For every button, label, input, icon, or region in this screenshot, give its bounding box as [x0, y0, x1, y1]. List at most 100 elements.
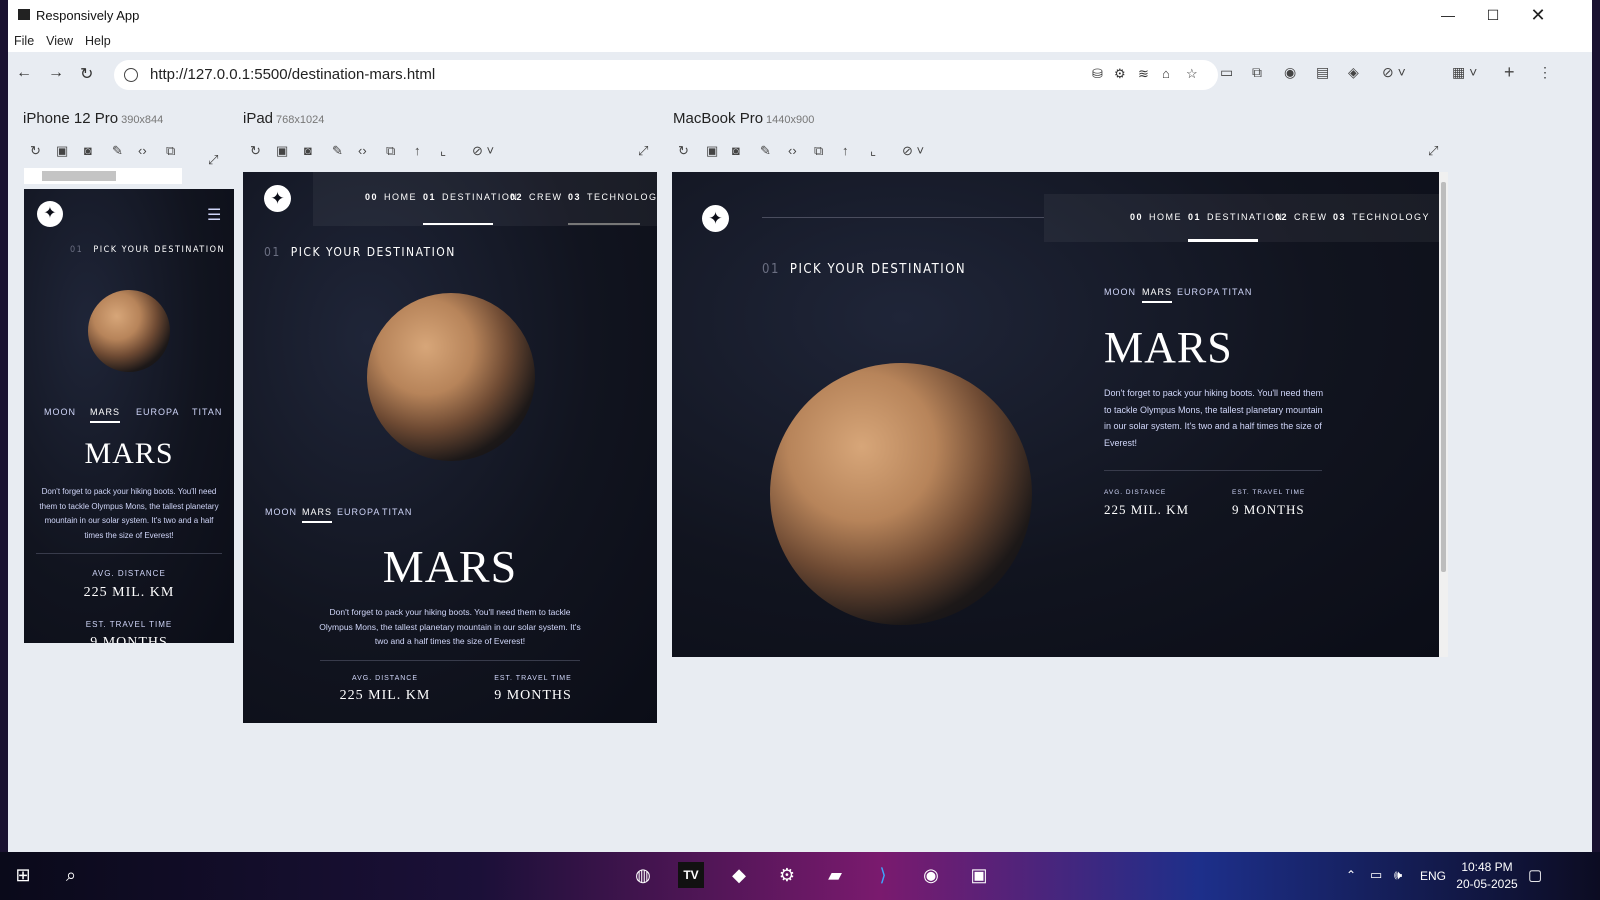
pdf-icon[interactable]: ▤	[1316, 64, 1329, 81]
macbook-inspect-icon[interactable]: ✎	[760, 143, 771, 159]
tab-moon[interactable]: MOON	[44, 407, 76, 417]
planet-description: Don't forget to pack your hiking boots. …	[1104, 388, 1324, 448]
ipad-hide-icon[interactable]: ⊘ ˅	[472, 143, 494, 159]
clock-time[interactable]: 10:48 PM	[1456, 860, 1518, 874]
reload-icon[interactable]: ↻	[80, 64, 93, 84]
vscode-icon[interactable]: ⟩	[870, 862, 896, 888]
tab-titan[interactable]: TITAN	[1222, 287, 1252, 297]
ipad-inspect-icon[interactable]: ✎	[332, 143, 343, 159]
ipad-devtools-icon[interactable]: ‹›	[358, 143, 367, 158]
settings-gear-icon[interactable]: ⚙	[774, 862, 800, 888]
tab-europa[interactable]: EUROPA	[1177, 287, 1220, 297]
layout-icon[interactable]: ▦ ˅	[1452, 64, 1477, 81]
layers-icon[interactable]: ◈	[1348, 64, 1359, 81]
minimize-button[interactable]: —	[1425, 0, 1471, 30]
tab-mars[interactable]: MARS	[1142, 287, 1173, 303]
finance-app-icon[interactable]: ◆	[726, 862, 752, 888]
macbook-scroll-top-icon[interactable]: ↑	[842, 143, 849, 158]
macbook-screenshot-icon[interactable]: ▣	[706, 143, 718, 159]
volume-icon[interactable]: 🕪	[1394, 867, 1402, 883]
tab-moon[interactable]: MOON	[265, 507, 297, 517]
macbook-fullscreen-icon[interactable]: ⤢	[1428, 143, 1438, 159]
add-device-icon[interactable]: +	[1504, 62, 1515, 83]
macbook-reload-icon[interactable]: ↻	[678, 143, 689, 159]
iphone-screenshot-icon[interactable]: ▣	[56, 143, 68, 159]
nav-home[interactable]: 00 HOME	[1130, 212, 1182, 222]
start-icon[interactable]: ⊞	[10, 862, 36, 888]
ipad-ruler-icon[interactable]: ⌞	[440, 143, 446, 159]
macbook-camera-icon[interactable]: ◙	[732, 143, 740, 158]
macbook-scrollbar[interactable]	[1439, 172, 1448, 657]
ipad-fullscreen-icon[interactable]: ⤢	[638, 143, 648, 159]
iphone-inspect-icon[interactable]: ✎	[112, 143, 123, 159]
more-menu-icon[interactable]: ⋮	[1538, 64, 1552, 81]
iphone-camera-icon[interactable]: ◙	[84, 143, 92, 158]
site-logo-icon[interactable]	[702, 205, 729, 232]
iphone-fullscreen-icon[interactable]: ⤢	[208, 152, 218, 168]
macbook-devtools-icon[interactable]: ‹›	[788, 143, 797, 158]
hamburger-menu-icon[interactable]: ☰	[207, 205, 221, 225]
close-button[interactable]: ✕	[1515, 0, 1561, 30]
nav-technology[interactable]: 03TECHNOLOGY	[568, 192, 657, 202]
responsively-icon[interactable]: ▣	[966, 862, 992, 888]
tab-mars[interactable]: MARS	[90, 407, 121, 423]
address-bar[interactable]: http://127.0.0.1:5500/destination-mars.h…	[114, 60, 1218, 90]
network-icon[interactable]: ≋	[1138, 66, 1149, 82]
menu-help[interactable]: Help	[79, 30, 117, 52]
ipad-rotate-icon[interactable]: ⧉	[386, 143, 395, 159]
network-tray-icon[interactable]: ▭	[1370, 867, 1382, 883]
ipad-screenshot-icon[interactable]: ▣	[276, 143, 288, 159]
site-logo-icon[interactable]	[264, 185, 291, 212]
search-icon[interactable]: ⌕	[58, 862, 84, 888]
nav-home[interactable]: 00 HOME	[365, 192, 417, 202]
ipad-camera-icon[interactable]: ◙	[304, 143, 312, 158]
tab-europa[interactable]: EUROPA	[337, 507, 380, 517]
nav-destination[interactable]: 01 DESTINATION	[423, 192, 518, 202]
inspect-icon[interactable]: ⧉	[1252, 64, 1262, 81]
tab-mars[interactable]: MARS	[302, 507, 333, 523]
macbook-rotate-icon[interactable]: ⧉	[814, 143, 823, 159]
iphone-rotate-icon[interactable]: ⧉	[166, 143, 175, 159]
iphone-scrollbar[interactable]	[24, 168, 182, 184]
menu-view[interactable]: View	[40, 30, 79, 52]
screenshot-icon[interactable]: ◉	[1284, 64, 1296, 81]
hide-icon[interactable]: ⊘ ˅	[1382, 64, 1406, 81]
cookie-icon[interactable]: ⚙	[1114, 66, 1126, 82]
clear-cache-icon[interactable]: ⛁	[1092, 66, 1103, 82]
tradingview-icon[interactable]: TV	[678, 862, 704, 888]
scrollbar-thumb[interactable]	[42, 171, 116, 181]
macbook-hide-icon[interactable]: ⊘ ˅	[902, 143, 924, 159]
nav-technology[interactable]: 03TECHNOLOGY	[1333, 212, 1430, 222]
bookmark-star-icon[interactable]: ☆	[1186, 66, 1198, 82]
file-icon[interactable]: ▰	[822, 862, 848, 888]
tab-europa[interactable]: EUROPA	[136, 407, 179, 417]
edge-icon[interactable]: ◍	[630, 862, 656, 888]
tab-titan[interactable]: TITAN	[382, 507, 412, 517]
home-icon[interactable]: ⌂	[1162, 66, 1170, 81]
language-indicator[interactable]: ENG	[1420, 869, 1446, 883]
destination-tabs: MOON MARS EUROPA TITAN	[243, 507, 657, 523]
tab-titan[interactable]: TITAN	[192, 407, 222, 417]
forward-icon[interactable]: →	[48, 64, 64, 82]
clock-date[interactable]: 20-05-2025	[1456, 877, 1518, 891]
ipad-scroll-top-icon[interactable]: ↑	[414, 143, 421, 158]
nav-crew[interactable]: 02 CREW	[1275, 212, 1328, 222]
nav-crew[interactable]: 02 CREW	[510, 192, 563, 202]
tray-chevron-icon[interactable]: ⌃	[1346, 868, 1356, 882]
title-bar: Responsively App — ☐ ✕	[8, 0, 1592, 30]
menu-file[interactable]: File	[8, 30, 40, 52]
rotate-icon[interactable]: ▭	[1220, 64, 1233, 81]
site-logo-icon[interactable]	[37, 201, 63, 227]
ipad-reload-icon[interactable]: ↻	[250, 143, 261, 159]
macbook-ruler-icon[interactable]: ⌞	[870, 143, 876, 159]
back-icon[interactable]: ←	[16, 64, 32, 82]
maximize-button[interactable]: ☐	[1470, 0, 1516, 30]
distance-value: 225 MIL. KM	[83, 585, 175, 600]
chrome-icon[interactable]: ◉	[918, 862, 944, 888]
iphone-devtools-icon[interactable]: ‹›	[138, 143, 147, 158]
tab-moon[interactable]: MOON	[1104, 287, 1136, 297]
nav-destination[interactable]: 01 DESTINATION	[1188, 212, 1283, 222]
notification-icon[interactable]: ▢	[1528, 866, 1542, 884]
scrollbar-thumb[interactable]	[1441, 182, 1446, 572]
iphone-reload-icon[interactable]: ↻	[30, 143, 41, 159]
